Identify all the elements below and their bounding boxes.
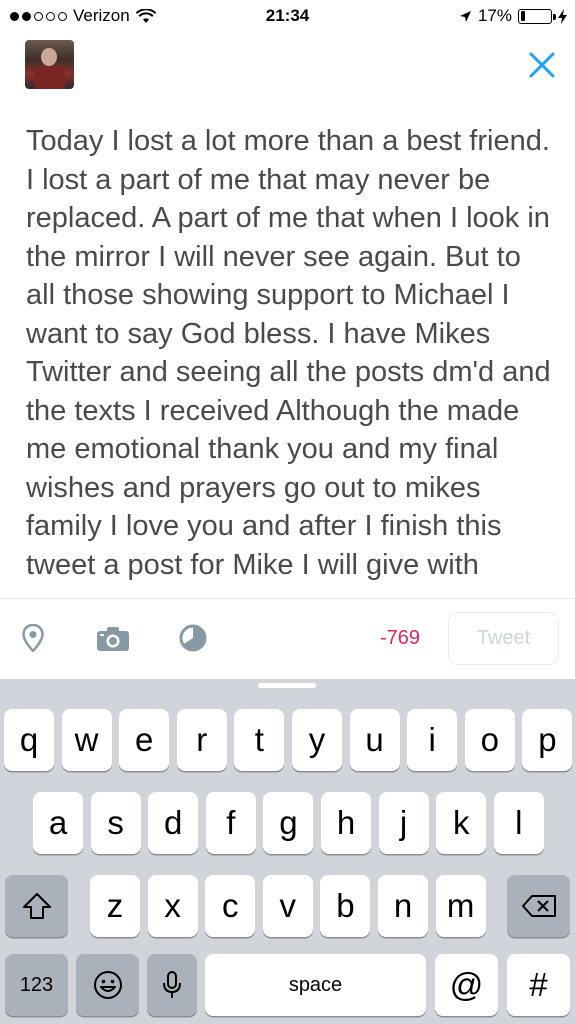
keyboard-handle[interactable] xyxy=(258,683,316,688)
key-p[interactable]: p xyxy=(522,709,573,771)
key-e[interactable]: e xyxy=(119,709,170,771)
emoji-key[interactable] xyxy=(76,954,139,1016)
charging-bolt-icon xyxy=(558,8,567,24)
key-k[interactable]: k xyxy=(436,792,487,854)
dictation-key[interactable] xyxy=(147,954,197,1016)
key-n[interactable]: n xyxy=(378,875,428,937)
shift-arrow-icon xyxy=(22,893,51,919)
poll-icon[interactable] xyxy=(179,624,207,652)
status-right: 17% xyxy=(459,6,567,26)
key-t[interactable]: t xyxy=(234,709,285,771)
compose-toolbar: -769 Tweet xyxy=(0,599,575,679)
key-y[interactable]: y xyxy=(292,709,342,771)
key-m[interactable]: m xyxy=(435,875,486,937)
key-b[interactable]: b xyxy=(320,875,371,937)
key-u[interactable]: u xyxy=(349,709,400,771)
location-arrow-icon xyxy=(459,10,471,22)
microphone-icon xyxy=(163,971,181,998)
camera-icon[interactable] xyxy=(96,626,130,652)
tweet-text[interactable]: Today I lost a lot more than a best frie… xyxy=(26,122,556,584)
key-g[interactable]: g xyxy=(263,792,314,854)
hash-key[interactable]: # xyxy=(507,954,570,1016)
at-key[interactable]: @ xyxy=(435,954,498,1016)
backspace-icon xyxy=(521,895,556,917)
location-pin-icon[interactable] xyxy=(22,624,44,652)
key-v[interactable]: v xyxy=(262,875,313,937)
avatar xyxy=(25,40,74,89)
shift-key[interactable] xyxy=(5,875,68,937)
key-i[interactable]: i xyxy=(407,709,458,771)
key-x[interactable]: x xyxy=(147,875,198,937)
tweet-button[interactable]: Tweet xyxy=(448,612,559,665)
battery-icon xyxy=(518,8,556,24)
key-c[interactable]: c xyxy=(205,875,256,937)
key-a[interactable]: a xyxy=(33,792,83,854)
key-q[interactable]: q xyxy=(4,709,54,771)
key-z[interactable]: z xyxy=(90,875,140,937)
numbers-key[interactable]: 123 xyxy=(5,954,68,1016)
close-icon[interactable] xyxy=(527,50,557,80)
key-s[interactable]: s xyxy=(90,792,141,854)
key-h[interactable]: h xyxy=(321,792,371,854)
key-l[interactable]: l xyxy=(493,792,544,854)
character-count: -769 xyxy=(380,627,421,649)
tweet-compose-area[interactable]: Today I lost a lot more than a best frie… xyxy=(26,122,556,598)
battery-level-fill xyxy=(520,11,526,21)
keyboard: qwertyuiop asdfghjkl zxcvbnm 123 space @ # xyxy=(0,679,575,1024)
backspace-key[interactable] xyxy=(507,875,570,937)
key-o[interactable]: o xyxy=(464,709,515,771)
status-bar: Verizon 21:34 17% xyxy=(0,0,575,34)
battery-percentage: 17% xyxy=(477,6,512,25)
key-r[interactable]: r xyxy=(176,709,227,771)
emoji-icon xyxy=(93,971,122,999)
key-w[interactable]: w xyxy=(61,709,112,771)
key-f[interactable]: f xyxy=(205,792,256,854)
key-j[interactable]: j xyxy=(378,792,429,854)
space-key[interactable]: space xyxy=(205,954,426,1016)
key-d[interactable]: d xyxy=(148,792,199,854)
